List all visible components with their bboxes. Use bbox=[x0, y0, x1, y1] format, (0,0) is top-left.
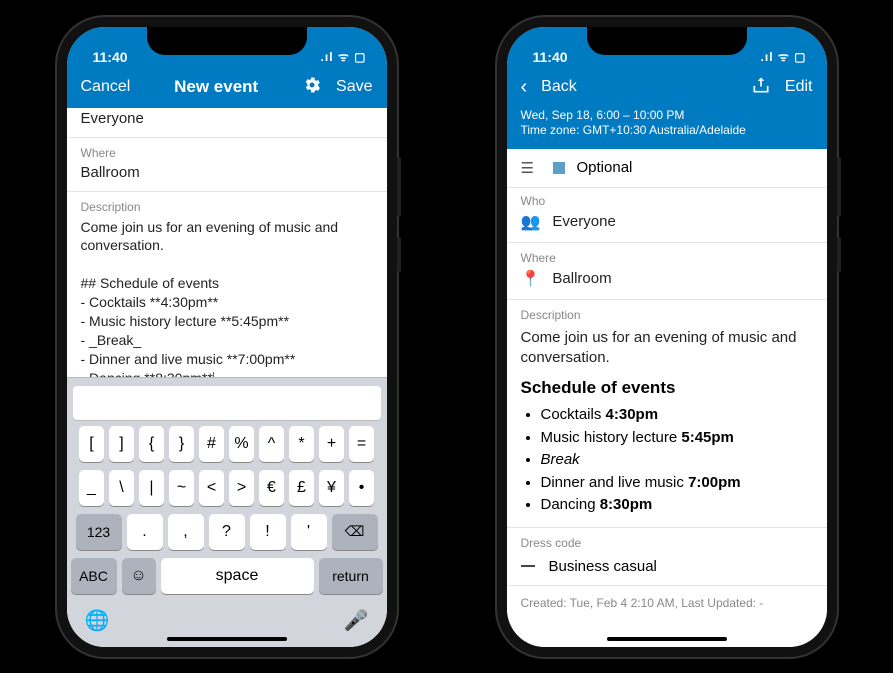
minus-icon bbox=[521, 565, 535, 567]
pin-icon: 📍 bbox=[521, 269, 541, 289]
share-icon[interactable] bbox=[751, 75, 771, 100]
key[interactable]: . bbox=[127, 514, 163, 550]
notch bbox=[587, 27, 747, 55]
keyboard-row-3: 123 . , ? ! ' ⌫ bbox=[71, 514, 383, 550]
dress-code-label: Dress code bbox=[521, 536, 813, 550]
event-datetime: Wed, Sep 18, 6:00 – 10:00 PM bbox=[521, 108, 813, 124]
key-return[interactable]: return bbox=[319, 558, 383, 594]
list-item: Dinner and live music 7:00pm bbox=[541, 472, 813, 495]
meta-info: Created: Tue, Feb 4 2:10 AM, Last Update… bbox=[507, 586, 827, 620]
keyboard-row-2: _ \ | ~ < > € £ ¥ • bbox=[71, 470, 383, 506]
key[interactable]: ? bbox=[209, 514, 245, 550]
key[interactable]: £ bbox=[289, 470, 314, 506]
status-time: 11:40 bbox=[533, 49, 568, 65]
key[interactable]: ¥ bbox=[319, 470, 344, 506]
who-value[interactable]: Everyone bbox=[81, 110, 373, 127]
mic-icon[interactable]: 🎤 bbox=[344, 608, 369, 633]
key[interactable]: > bbox=[229, 470, 254, 506]
chevron-left-icon[interactable]: ‹ bbox=[521, 76, 528, 99]
key[interactable]: ] bbox=[109, 426, 134, 462]
description-intro: Come join us for an evening of music and… bbox=[521, 328, 813, 369]
list-item: Cocktails 4:30pm bbox=[541, 404, 813, 427]
key[interactable]: ! bbox=[250, 514, 286, 550]
optional-row[interactable]: ☰ Optional bbox=[507, 149, 827, 188]
key[interactable]: = bbox=[349, 426, 374, 462]
key[interactable]: * bbox=[289, 426, 314, 462]
screen-right: 11:40 .ıl ᯤ ▢ ‹ Back Edit Wed, Sep 18, 6… bbox=[507, 27, 827, 647]
screen-left: 11:40 .ıl ᯤ ▢ Cancel New event Save Ever… bbox=[67, 27, 387, 647]
who-value: Everyone bbox=[552, 213, 615, 230]
notch bbox=[147, 27, 307, 55]
key[interactable]: _ bbox=[79, 470, 104, 506]
keyboard: [ ] { } # % ^ * + = _ \ | ~ < > bbox=[67, 377, 387, 647]
key[interactable]: \ bbox=[109, 470, 134, 506]
home-indicator[interactable] bbox=[167, 637, 287, 641]
event-subheader: Wed, Sep 18, 6:00 – 10:00 PM Time zone: … bbox=[507, 108, 827, 149]
schedule-list: Cocktails 4:30pm Music history lecture 5… bbox=[521, 404, 813, 517]
list-item: Break bbox=[541, 449, 813, 472]
people-icon: 👥 bbox=[521, 212, 541, 232]
key[interactable]: ' bbox=[291, 514, 327, 550]
description-label: Description bbox=[521, 308, 813, 322]
color-swatch bbox=[553, 162, 565, 174]
key[interactable]: [ bbox=[79, 426, 104, 462]
back-button[interactable]: Back bbox=[541, 78, 577, 96]
where-value[interactable]: Ballroom bbox=[81, 164, 373, 181]
event-timezone: Time zone: GMT+10:30 Australia/Adelaide bbox=[521, 123, 813, 139]
key-space[interactable]: space bbox=[161, 558, 314, 594]
optional-label: Optional bbox=[577, 159, 633, 176]
dress-code-value: Business casual bbox=[549, 558, 657, 575]
key[interactable]: | bbox=[139, 470, 164, 506]
phone-right: 11:40 .ıl ᯤ ▢ ‹ Back Edit Wed, Sep 18, 6… bbox=[497, 17, 837, 657]
globe-icon[interactable]: 🌐 bbox=[85, 608, 110, 633]
list-item: Dancing 8:30pm bbox=[541, 494, 813, 517]
list-icon: ☰ bbox=[521, 159, 539, 177]
key[interactable]: < bbox=[199, 470, 224, 506]
list-item: Music history lecture 5:45pm bbox=[541, 427, 813, 450]
detail-content: ☰ Optional Who 👥 Everyone Where 📍 Ballro… bbox=[507, 149, 827, 647]
phone-left: 11:40 .ıl ᯤ ▢ Cancel New event Save Ever… bbox=[57, 17, 397, 657]
key[interactable]: € bbox=[259, 470, 284, 506]
gear-icon[interactable] bbox=[302, 75, 322, 100]
schedule-heading: Schedule of events bbox=[521, 378, 813, 398]
key[interactable]: ~ bbox=[169, 470, 194, 506]
key[interactable]: { bbox=[139, 426, 164, 462]
who-label: Who bbox=[521, 194, 813, 208]
page-title: New event bbox=[174, 77, 258, 97]
status-time: 11:40 bbox=[93, 49, 128, 65]
where-value: Ballroom bbox=[552, 270, 611, 287]
key-123[interactable]: 123 bbox=[76, 514, 122, 550]
keyboard-row-4: ABC ☺ space return bbox=[71, 558, 383, 594]
edit-button[interactable]: Edit bbox=[785, 78, 813, 96]
keyboard-row-1: [ ] { } # % ^ * + = bbox=[71, 426, 383, 462]
save-button[interactable]: Save bbox=[336, 78, 372, 96]
status-indicators: .ıl ᯤ ▢ bbox=[321, 48, 367, 65]
where-label: Where bbox=[81, 146, 373, 160]
keyboard-suggestions[interactable] bbox=[73, 386, 381, 420]
key-backspace[interactable]: ⌫ bbox=[332, 514, 378, 550]
key[interactable]: • bbox=[349, 470, 374, 506]
key[interactable]: ^ bbox=[259, 426, 284, 462]
form-content: Everyone Where Ballroom Description Come… bbox=[67, 108, 387, 647]
key[interactable]: , bbox=[168, 514, 204, 550]
key-emoji[interactable]: ☺ bbox=[122, 558, 156, 594]
where-label: Where bbox=[521, 251, 813, 265]
nav-bar: ‹ Back Edit bbox=[507, 67, 827, 108]
description-input[interactable]: Come join us for an evening of music and… bbox=[81, 218, 373, 388]
key-abc[interactable]: ABC bbox=[71, 558, 117, 594]
key[interactable]: % bbox=[229, 426, 254, 462]
description-label: Description bbox=[81, 200, 373, 214]
home-indicator[interactable] bbox=[607, 637, 727, 641]
cancel-button[interactable]: Cancel bbox=[81, 78, 131, 96]
status-indicators: .ıl ᯤ ▢ bbox=[761, 48, 807, 65]
key[interactable]: + bbox=[319, 426, 344, 462]
key[interactable]: } bbox=[169, 426, 194, 462]
nav-bar: Cancel New event Save bbox=[67, 67, 387, 108]
key[interactable]: # bbox=[199, 426, 224, 462]
